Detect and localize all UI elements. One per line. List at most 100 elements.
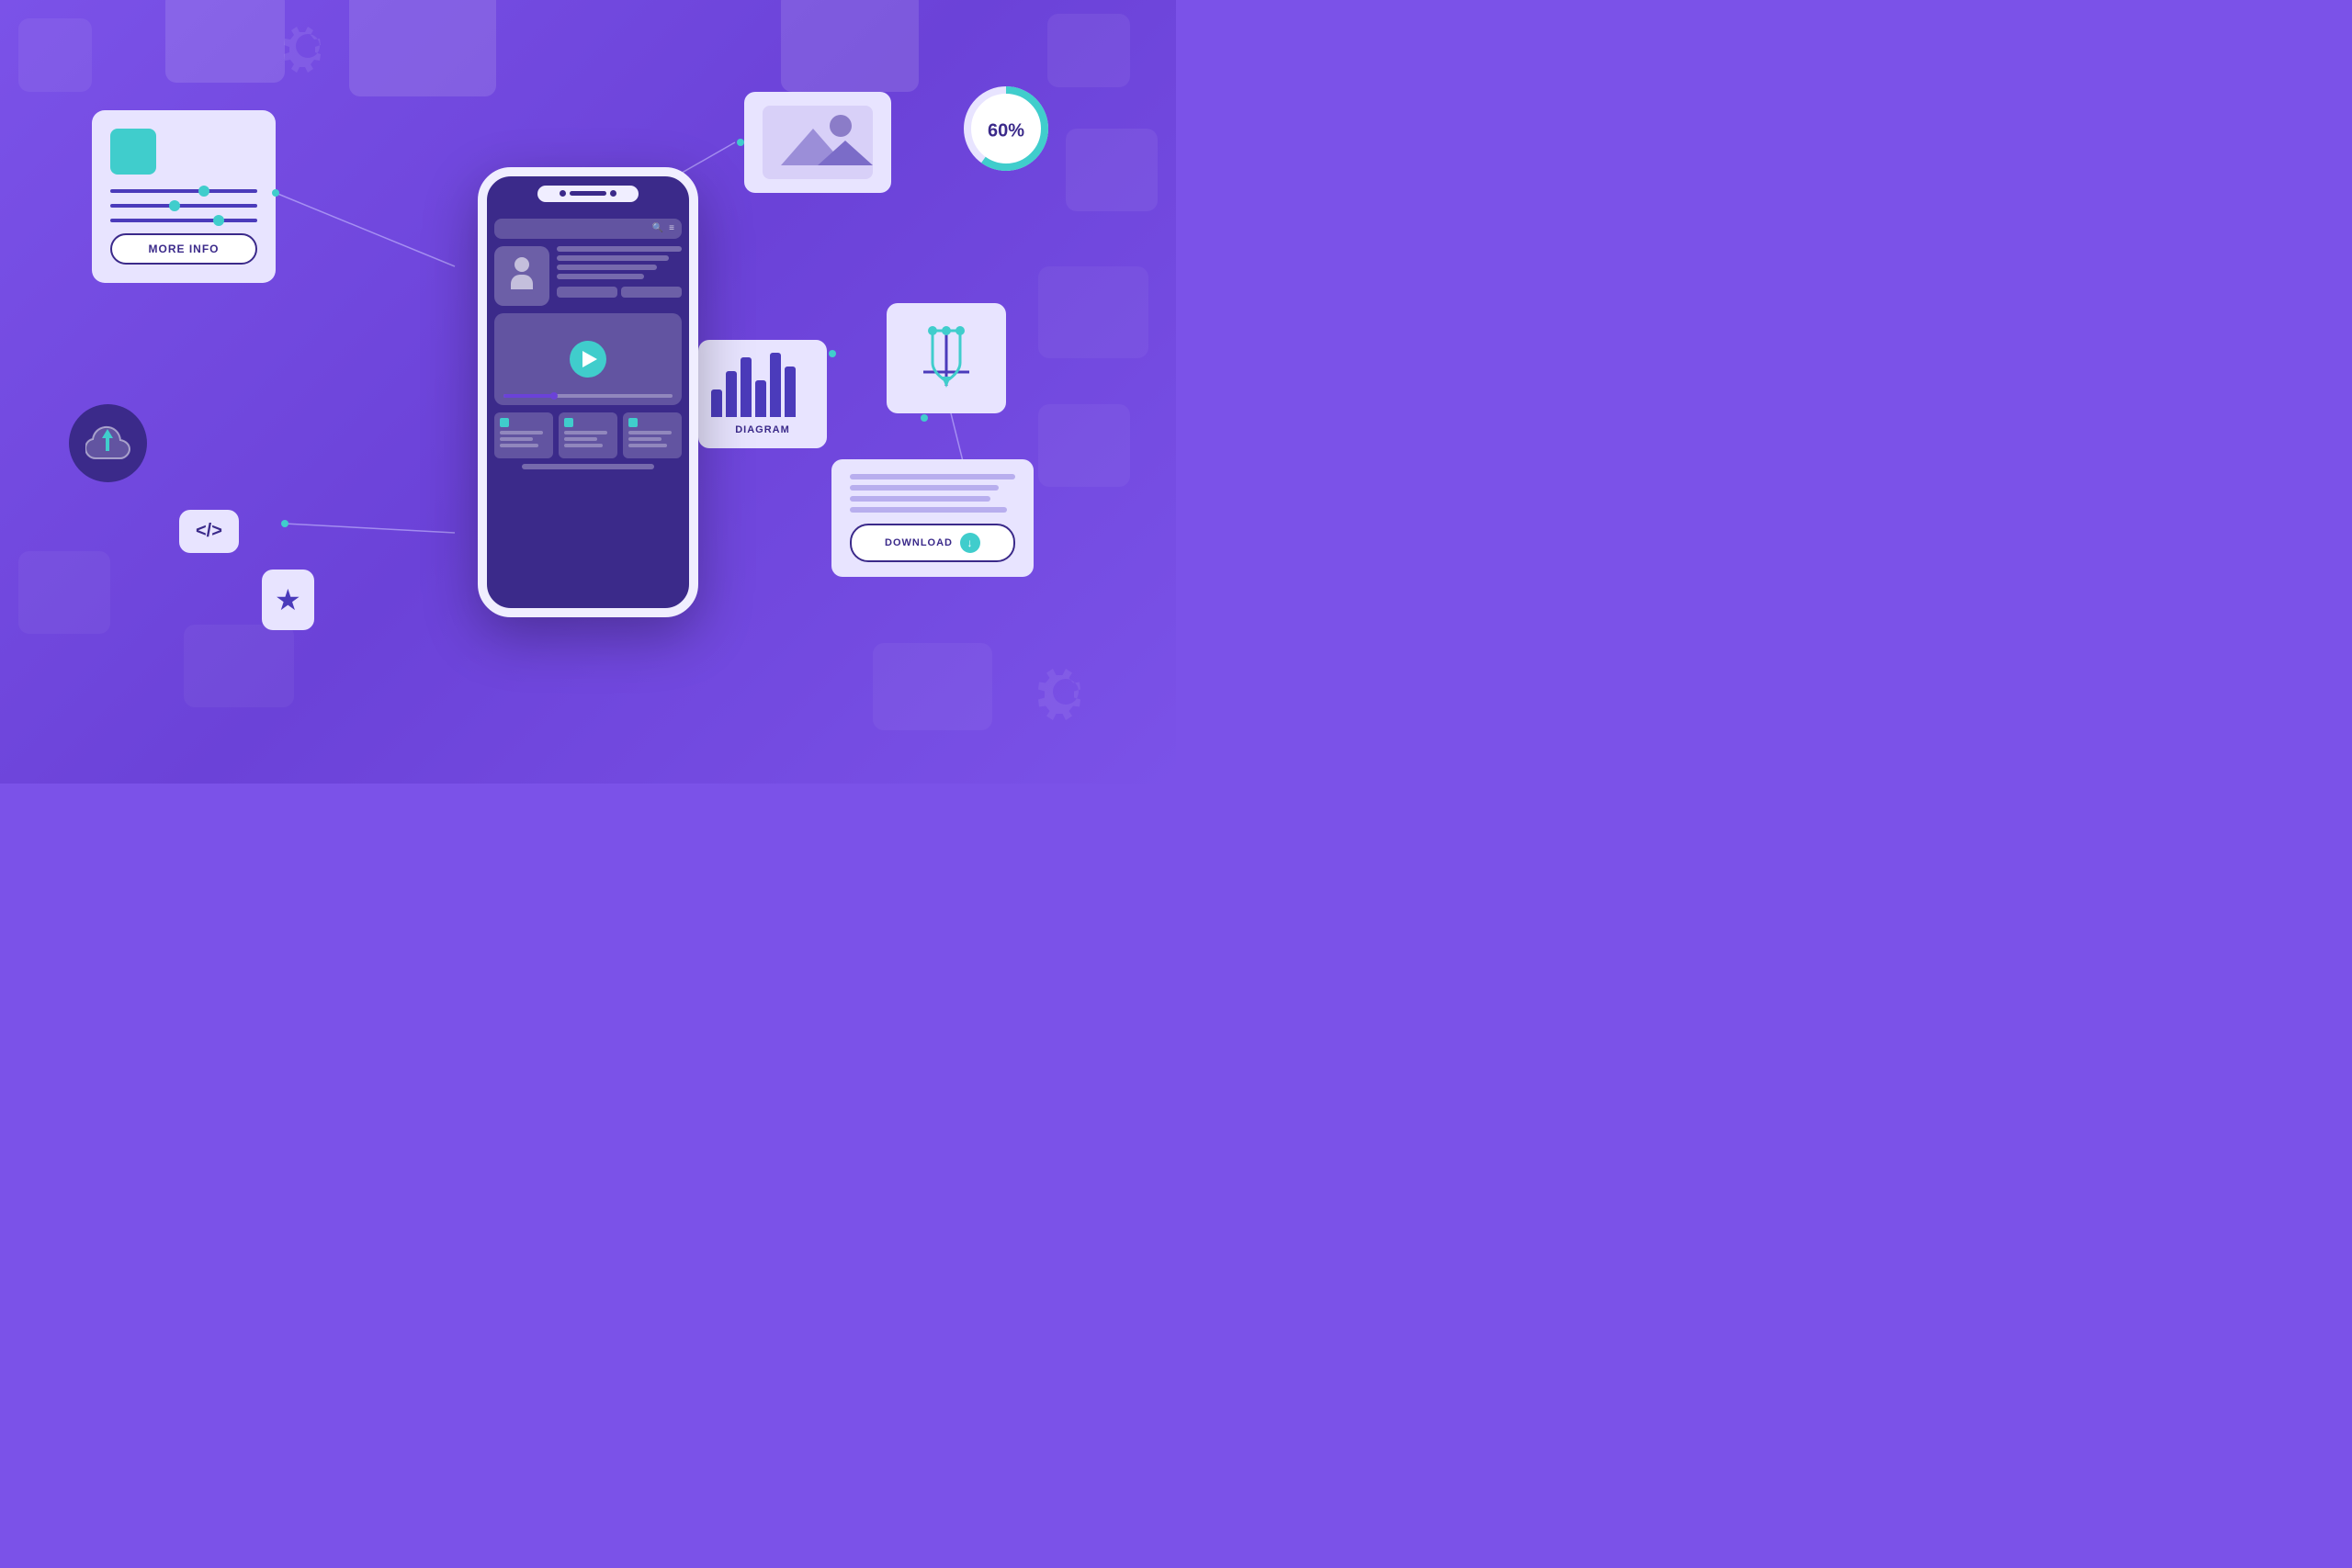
phone-text-line-2: [557, 255, 669, 261]
cloud-upload-icon: [85, 422, 131, 465]
bg-square-5: [1047, 14, 1130, 87]
bg-square-8: [1038, 404, 1130, 487]
phone-mockup: 🔍 ≡: [478, 167, 698, 617]
download-line-2: [850, 485, 999, 491]
slider-row-2: [110, 204, 257, 208]
more-info-button[interactable]: MORE INFO: [110, 233, 257, 265]
star-icon: ★: [275, 582, 301, 617]
bg-square-2: [165, 0, 285, 83]
phone-dot-2: [610, 190, 616, 197]
phone-text-line-4: [557, 274, 644, 279]
bg-square-10: [184, 625, 294, 707]
settings-card: MORE INFO: [92, 110, 276, 283]
bg-square-4: [781, 0, 919, 92]
grid-item-line-1c: [500, 444, 538, 447]
phone-grid-item-3: [623, 412, 682, 458]
phone-profile-text: [557, 246, 682, 306]
grid-item-line-3b: [628, 437, 662, 441]
phone-video-section: [494, 313, 682, 405]
download-arrow-icon: ↓: [960, 533, 980, 553]
download-line-1: [850, 474, 1015, 479]
slider-thumb-3[interactable]: [213, 215, 224, 226]
conn-dot-2: [281, 520, 288, 527]
conn-dot-1: [272, 189, 279, 197]
grid-item-line-1a: [500, 431, 543, 434]
cloud-upload-circle[interactable]: [69, 404, 147, 482]
phone-bottom-bar: [522, 464, 654, 469]
phone-progress-dot: [550, 392, 558, 400]
download-lines: [850, 474, 1015, 513]
grid-item-line-2b: [564, 437, 597, 441]
background: MORE INFO </> ★ 🔍: [0, 0, 1176, 784]
diagram-bar-2: [726, 371, 737, 417]
conn-dot-3: [737, 139, 744, 146]
grid-item-icon-1: [500, 418, 509, 427]
phone-text-line-3: [557, 265, 657, 270]
download-button[interactable]: DOWNLOAD ↓: [850, 524, 1015, 562]
grid-item-line-2c: [564, 444, 603, 447]
diagram-bar-3: [741, 357, 752, 417]
phone-progress-fill: [503, 394, 554, 398]
phone-button-row: [557, 287, 682, 298]
pen-tool-card: [887, 303, 1006, 413]
diagram-bar-1: [711, 389, 722, 417]
play-button[interactable]: [570, 341, 606, 378]
conn-dot-4: [829, 350, 836, 357]
phone-grid: [494, 412, 682, 458]
gear-icon-bottom-right: [1029, 655, 1102, 728]
phone-avatar: [494, 246, 549, 306]
grid-item-line-3a: [628, 431, 672, 434]
diagram-bar-6: [785, 367, 796, 417]
phone-btn-1: [557, 287, 617, 298]
progress-circle-wrapper: 60%: [960, 83, 1052, 179]
slider-row-1: [110, 189, 257, 193]
phone-menu-icon: ≡: [669, 223, 674, 233]
download-line-4: [850, 507, 1007, 513]
slider-thumb-1[interactable]: [198, 186, 209, 197]
mountain-image-icon: [763, 106, 873, 179]
bg-square-1: [18, 18, 92, 92]
diagram-label: DIAGRAM: [711, 424, 814, 435]
diagram-bar-5: [770, 353, 781, 417]
bg-square-3: [349, 0, 496, 96]
phone-text-line-1: [557, 246, 682, 252]
bg-square-9: [18, 551, 110, 634]
slider-track-1: [110, 189, 257, 193]
avatar-body: [511, 275, 533, 289]
phone-profile-section: [494, 246, 682, 306]
bg-square-7: [1038, 266, 1148, 358]
play-triangle-icon: [582, 351, 597, 367]
avatar-head: [514, 257, 529, 272]
grid-item-icon-2: [564, 418, 573, 427]
phone-progress-bar: [503, 394, 673, 398]
download-card: DOWNLOAD ↓: [831, 459, 1034, 577]
conn-dot-5: [921, 414, 928, 422]
diagram-bar-4: [755, 380, 766, 417]
progress-percentage: 60%: [988, 120, 1024, 141]
slider-thumb-2[interactable]: [169, 200, 180, 211]
slider-track-2: [110, 204, 257, 208]
color-block: [110, 129, 156, 175]
phone-search-icon: 🔍: [652, 223, 663, 233]
bg-square-6: [1066, 129, 1158, 211]
phone-speaker: [570, 191, 606, 196]
pen-tool-icon: [910, 321, 983, 395]
image-card: [744, 92, 891, 193]
phone-grid-item-2: [559, 412, 617, 458]
phone-btn-2: [621, 287, 682, 298]
grid-item-line-3c: [628, 444, 667, 447]
diagram-bars: [711, 353, 814, 417]
code-tag-symbol: </>: [196, 521, 222, 541]
grid-item-line-2a: [564, 431, 607, 434]
slider-track-3: [110, 219, 257, 222]
download-line-3: [850, 496, 990, 502]
diagram-card: DIAGRAM: [698, 340, 827, 448]
code-tag-card: </>: [179, 510, 239, 553]
star-card: ★: [262, 570, 314, 630]
phone-dot-1: [560, 190, 566, 197]
download-button-label: DOWNLOAD: [885, 537, 953, 548]
bg-square-11: [873, 643, 992, 730]
avatar-person: [508, 257, 536, 294]
phone-search-bar: 🔍 ≡: [494, 219, 682, 239]
slider-row-3: [110, 219, 257, 222]
